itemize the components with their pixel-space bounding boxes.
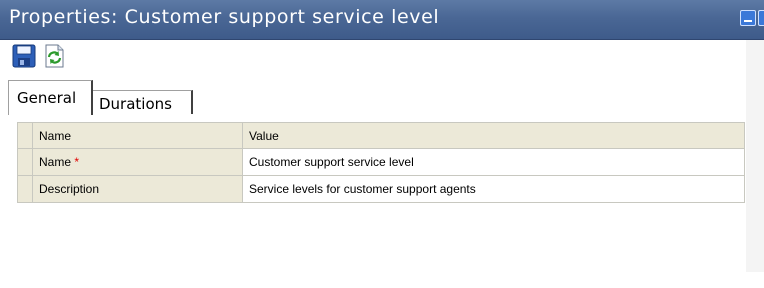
properties-grid: Name Value Name * Customer support servi… [17,122,745,203]
tab-general[interactable]: General [8,80,93,115]
property-name-cell: Name * [32,148,243,176]
title-bar: Properties: Customer support service lev… [0,0,764,40]
grid-header-row: Name Value [17,122,745,149]
property-name-cell: Description [32,175,243,203]
row-gutter [17,122,33,149]
minimize-icon [744,20,752,22]
tab-durations[interactable]: Durations [93,90,193,114]
property-value-name[interactable]: Customer support service level [242,148,745,176]
grid-row-description: Description Service levels for customer … [17,175,745,203]
toolbar [0,40,764,74]
row-gutter [17,148,33,176]
grid-row-name: Name * Customer support service level [17,148,745,176]
property-label: Name [39,155,72,169]
property-value-description[interactable]: Service levels for customer support agen… [242,175,745,203]
required-marker: * [74,155,80,169]
window-edge [746,40,764,288]
minimize-button[interactable] [740,10,756,26]
column-header-name: Name [32,122,243,149]
maximize-button[interactable] [758,10,764,26]
row-gutter [17,175,33,203]
bottom-edge [0,272,764,288]
save-icon [12,44,36,68]
window-title: Properties: Customer support service lev… [9,6,440,28]
tab-strip: General Durations [0,80,764,115]
refresh-button[interactable] [42,44,68,70]
refresh-icon [45,44,64,68]
properties-window: Properties: Customer support service lev… [0,0,764,288]
column-header-value: Value [242,122,745,149]
save-button[interactable] [12,44,38,70]
